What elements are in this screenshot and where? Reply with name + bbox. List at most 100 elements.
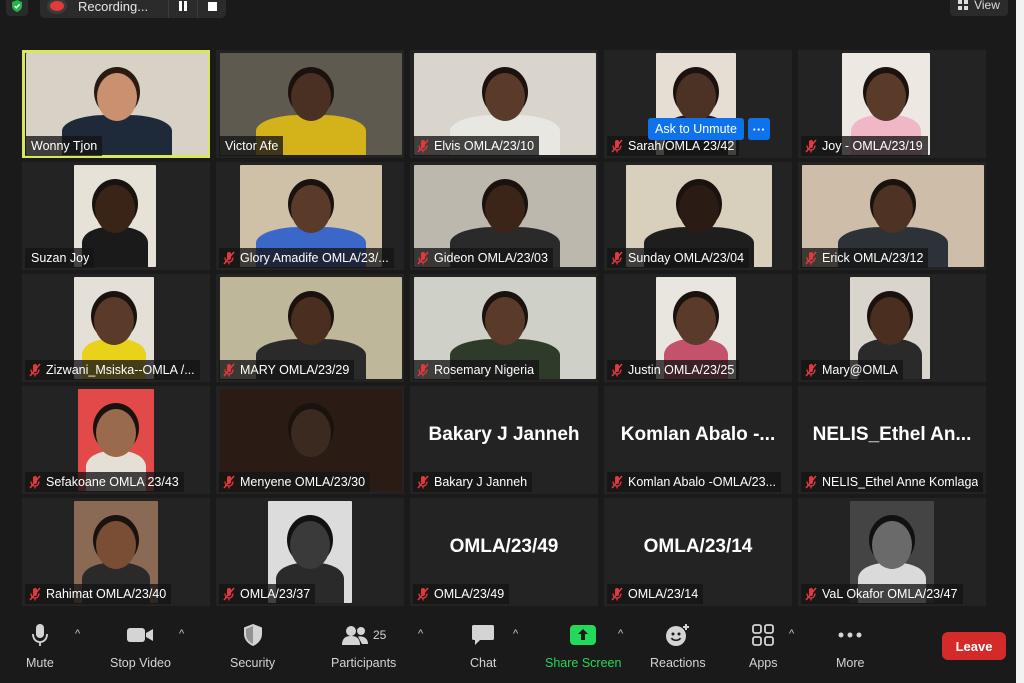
mute-button[interactable]: Mute [26,622,54,670]
participant-tile[interactable]: Suzan Joy [22,162,210,270]
leave-button[interactable]: Leave [942,632,1006,660]
participant-tile[interactable]: Glory Amadife OMLA/23/... [216,162,404,270]
participant-tile[interactable]: Mary@OMLA [798,274,986,382]
audio-options-caret-icon[interactable]: ^ [75,628,80,640]
participant-tile[interactable]: OMLA/23/37 [216,498,404,606]
participant-name: Bakary J Janneh [434,475,528,489]
participant-tile[interactable]: Sunday OMLA/23/04 [604,162,792,270]
participant-silhouette-head [94,297,134,345]
recording-label: Recording... [78,0,149,14]
muted-microphone-icon [610,587,624,601]
participant-tile[interactable]: Rosemary Nigeria [410,274,598,382]
more-button[interactable]: More [836,622,864,670]
participant-name: OMLA/23/49 [434,587,505,601]
participant-silhouette-head [96,521,136,569]
chat-button[interactable]: Chat [470,622,496,670]
participant-name-tag: Menyene OMLA/23/30 [219,472,371,492]
participant-tile[interactable]: Bakary J Janneh Bakary J Janneh [410,386,598,494]
participant-silhouette-head [485,73,525,121]
muted-microphone-icon [804,139,818,153]
participant-silhouette-head [485,185,525,233]
participant-tile[interactable]: MARY OMLA/23/29 [216,274,404,382]
participant-tile[interactable]: Komlan Abalo -... Komlan Abalo -OMLA/23..… [604,386,792,494]
window-edge [1016,0,1024,683]
participant-name-tag: Zizwani_Msiska--OMLA /... [25,360,200,380]
muted-microphone-icon [222,587,236,601]
participant-tile[interactable]: Gideon OMLA/23/03 [410,162,598,270]
participant-name: Elvis OMLA/23/10 [434,139,535,153]
muted-microphone-icon [416,139,430,153]
participant-name-tag: NELIS_Ethel Anne Komlaga [801,472,984,492]
zoom-meeting-window: Recording... View Wonny Tjon Victor Afe El… [0,0,1016,683]
muted-microphone-icon [610,475,624,489]
participant-name: Zizwani_Msiska--OMLA /... [46,363,195,377]
muted-microphone-icon [222,251,236,265]
share-options-caret-icon[interactable]: ^ [618,628,623,640]
participant-tile[interactable]: NELIS_Ethel An... NELIS_Ethel Anne Komlag… [798,386,986,494]
more-label: More [836,656,865,670]
apps-button[interactable]: Apps [749,622,778,670]
participant-gallery: Wonny Tjon Victor Afe Elvis OMLA/23/10 Sara… [22,50,992,610]
apps-options-caret-icon[interactable]: ^ [789,628,794,640]
participant-name: VaL Okafor OMLA/23/47 [822,587,958,601]
participant-tile[interactable]: Zizwani_Msiska--OMLA /... [22,274,210,382]
muted-microphone-icon [28,475,42,489]
more-dots-icon [838,632,862,638]
participant-tile[interactable]: Sarah/OMLA 23/42 [604,50,792,158]
muted-microphone-icon [28,363,42,377]
participant-silhouette-head [291,185,331,233]
muted-microphone-icon [610,251,624,265]
participant-tile[interactable]: Rahimat OMLA/23/40 [22,498,210,606]
participant-name-tag: Erick OMLA/23/12 [801,248,929,268]
ask-to-unmute-popover: Ask to Unmute ··· [648,118,770,140]
participant-tile[interactable]: Sefakoane OMLA 23/43 [22,386,210,494]
participant-tile[interactable]: Menyene OMLA/23/30 [216,386,404,494]
muted-microphone-icon [416,251,430,265]
participant-name: Sefakoane OMLA 23/43 [46,475,179,489]
participant-tile[interactable]: Wonny Tjon [22,50,210,158]
muted-microphone-icon [28,587,42,601]
participants-options-caret-icon[interactable]: ^ [418,628,423,640]
share-screen-label: Share Screen [545,656,622,670]
video-options-caret-icon[interactable]: ^ [179,628,184,640]
security-label: Security [230,656,276,670]
tile-more-button[interactable]: ··· [747,118,770,140]
participant-tile[interactable]: Elvis OMLA/23/10 [410,50,598,158]
participants-button[interactable]: 25 Participants [331,622,396,670]
participant-silhouette-head [291,73,331,121]
security-button[interactable]: Security [230,622,275,670]
participant-tile[interactable]: OMLA/23/49 OMLA/23/49 [410,498,598,606]
participant-name: Suzan Joy [31,251,90,265]
chat-label: Chat [470,656,497,670]
participant-silhouette-head [676,297,716,345]
pause-recording-button[interactable] [168,0,197,18]
stop-recording-button[interactable] [197,0,226,18]
participant-tile[interactable]: Victor Afe [216,50,404,158]
participant-tile[interactable]: OMLA/23/14 OMLA/23/14 [604,498,792,606]
participant-name-tag: Komlan Abalo -OMLA/23... [607,472,781,492]
security-shield-icon[interactable] [6,0,28,16]
muted-microphone-icon [610,139,624,153]
reactions-button[interactable]: Reactions [650,622,706,670]
participant-name: Erick OMLA/23/12 [822,251,924,265]
muted-microphone-icon [804,363,818,377]
chat-options-caret-icon[interactable]: ^ [513,628,518,640]
share-screen-button[interactable]: Share Screen [545,622,621,670]
ask-to-unmute-button[interactable]: Ask to Unmute [648,118,744,140]
participant-name-tag: Rosemary Nigeria [413,360,540,380]
participant-name-tag: OMLA/23/37 [219,584,316,604]
participant-tile[interactable]: Erick OMLA/23/12 [798,162,986,270]
participant-name-tag: Mary@OMLA [801,360,903,380]
participant-name: Sunday OMLA/23/04 [628,251,745,265]
participant-name: Menyene OMLA/23/30 [240,475,366,489]
participant-name: NELIS_Ethel Anne Komlaga [822,475,979,489]
participant-tile[interactable]: Justin OMLA/23/25 [604,274,792,382]
participant-tile[interactable]: Joy - OMLA/23/19 [798,50,986,158]
stop-video-button[interactable]: Stop Video [110,622,171,670]
participants-count: 25 [372,628,387,642]
participant-silhouette-head [96,409,136,457]
muted-microphone-icon [804,587,818,601]
muted-microphone-icon [610,363,624,377]
view-button[interactable]: View [950,0,1008,16]
participant-tile[interactable]: VaL Okafor OMLA/23/47 [798,498,986,606]
